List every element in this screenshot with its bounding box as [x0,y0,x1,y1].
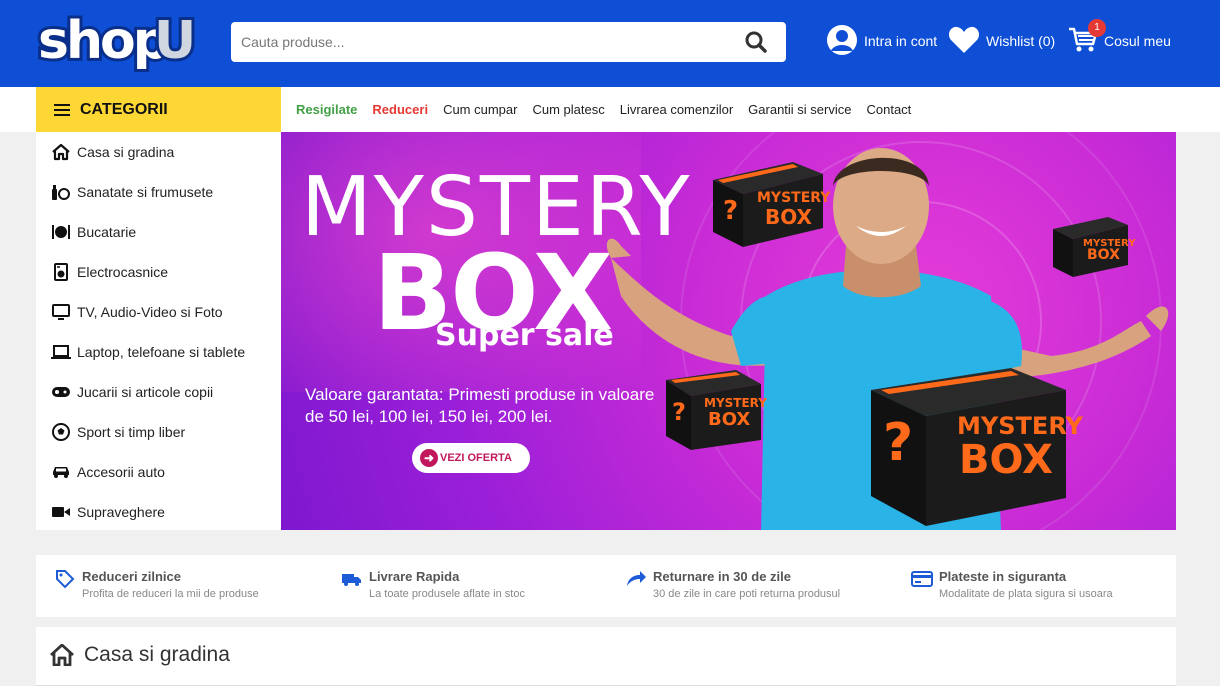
feature-title: Reduceri zilnice [82,569,181,584]
mystery-box-small-3: MYSTERY BOX ? [666,370,767,450]
feature-title: Plateste in siguranta [939,569,1067,584]
sidebar-item-sport[interactable]: Sport si timp liber [36,412,281,452]
nav-link-garantii[interactable]: Garantii si service [748,102,851,117]
section-heading: Casa si gradina [50,643,230,667]
category-sidebar: Casa si gradina Sanatate si frumusete Bu… [36,132,281,530]
sidebar-item-bucatarie[interactable]: Bucatarie [36,212,281,252]
box-question-mark: ? [723,196,739,226]
sidebar-item-label: Jucarii si articole copii [77,384,214,400]
sidebar-item-label: Casa si gradina [77,144,175,160]
mystery-box-small-1: MYSTERY BOX ? [713,162,830,247]
home-icon [50,644,74,666]
sidebar-item-electrocasnice[interactable]: Electrocasnice [36,252,281,292]
feature-title: Returnare in 30 de zile [653,569,791,584]
shopu-logo[interactable]: shop shop U U [35,8,206,74]
user-icon [826,24,858,59]
hero-banner[interactable]: MYSTERY BOX Super sale Valoare garantata… [281,132,1176,530]
box-label-box: BOX [708,409,751,430]
sidebar-item-label: Sanatate si frumusete [77,184,214,200]
cart-label: Cosul meu [1104,33,1171,49]
site-header: shop shop U U Intra in cont Wishlist (0)… [0,0,1220,87]
feature-subtitle: La toate produsele aflate in stoc [369,588,525,600]
nav-link-resigilate[interactable]: Resigilate [296,102,357,117]
svg-text:shop: shop [38,12,168,71]
categories-label: CATEGORII [80,100,168,118]
sidebar-item-tv-audio-video[interactable]: TV, Audio-Video si Foto [36,292,281,332]
box-label-box: BOX [959,437,1053,483]
sidebar-item-label: Accesorii auto [77,464,165,480]
beauty-icon [51,182,71,202]
account-link[interactable]: Intra in cont [826,24,937,58]
features-strip: Reduceri zilnice Profita de reduceri la … [36,555,1176,617]
vezi-oferta-button[interactable]: ➜ VEZI OFERTA [412,443,530,473]
cart-link[interactable]: 1 Cosul meu [1068,18,1171,58]
truck-icon [341,569,363,589]
nav-bar: CATEGORII Resigilate Reduceri Cum cumpar… [0,87,1220,132]
arrow-right-icon: ➜ [420,449,438,467]
sidebar-item-sanatate[interactable]: Sanatate si frumusete [36,172,281,212]
search-icon[interactable] [744,30,768,54]
categories-button[interactable]: CATEGORII [36,87,281,132]
sidebar-item-label: Electrocasnice [77,264,169,280]
ball-icon [51,422,71,442]
monitor-icon [51,302,71,322]
feature-title: Livrare Rapida [369,569,460,584]
home-icon [51,142,71,162]
sidebar-item-jucarii[interactable]: Jucarii si articole copii [36,372,281,412]
heart-icon [948,26,980,57]
section-title: Casa si gradina [84,643,230,666]
box-question-mark: ? [672,398,686,426]
nav-link-cum-cumpar[interactable]: Cum cumpar [443,102,517,117]
laptop-icon [51,342,71,362]
search-input[interactable] [231,22,731,62]
feature-subtitle: Modalitate de plata sigura si usoara [939,588,1113,600]
nav-link-contact[interactable]: Contact [866,102,911,117]
sidebar-item-accesorii-auto[interactable]: Accesorii auto [36,452,281,492]
box-label-box: BOX [765,205,812,229]
washer-icon [51,262,71,282]
kitchen-icon [51,222,71,242]
cta-label: VEZI OFERTA [440,452,512,464]
top-nav-links: Resigilate Reduceri Cum cumpar Cum plate… [296,87,926,132]
gamepad-icon [51,382,71,402]
camera-icon [51,502,71,522]
return-arrow-icon [625,569,647,589]
wishlist-label: Wishlist (0) [986,33,1056,49]
sidebar-item-label: Bucatarie [77,224,137,240]
tag-icon [54,569,76,589]
box-label-mystery: MYSTERY [757,190,831,206]
sidebar-item-label: Laptop, telefoane si tablete [77,344,246,360]
nav-link-livrarea[interactable]: Livrarea comenzilor [620,102,733,117]
card-icon [911,569,933,589]
search-bar [231,22,786,62]
category-section: Casa si gradina [36,627,1176,686]
sidebar-item-laptop[interactable]: Laptop, telefoane si tablete [36,332,281,372]
box-label-box: BOX [1087,247,1120,263]
box-label-mystery: MYSTERY [957,412,1083,440]
box-question-mark: ? [883,413,914,473]
sidebar-item-label: Supraveghere [77,504,165,520]
feature-subtitle: Profita de reduceri la mii de produse [82,588,259,600]
sidebar-item-supraveghere[interactable]: Supraveghere [36,492,281,532]
sidebar-item-label: Sport si timp liber [77,424,186,440]
mystery-box-small-2: MYSTERY BOX [1053,217,1135,277]
box-label-mystery: MYSTERY [704,396,767,410]
car-icon [51,462,71,482]
feature-subtitle: 30 de zile in care poti returna produsul [653,588,841,600]
menu-icon [54,103,70,116]
mystery-box-large: MYSTERY BOX ? [871,368,1083,526]
sidebar-item-casa-si-gradina[interactable]: Casa si gradina [36,132,281,172]
nav-link-cum-platesc[interactable]: Cum platesc [532,102,604,117]
cart-icon: 1 [1068,18,1106,56]
wishlist-link[interactable]: Wishlist (0) [948,24,1055,58]
svg-text:U: U [154,12,196,71]
cart-count-badge: 1 [1088,18,1106,37]
sidebar-item-label: TV, Audio-Video si Foto [77,304,223,320]
account-label: Intra in cont [864,33,938,49]
nav-link-reduceri[interactable]: Reduceri [372,102,428,117]
